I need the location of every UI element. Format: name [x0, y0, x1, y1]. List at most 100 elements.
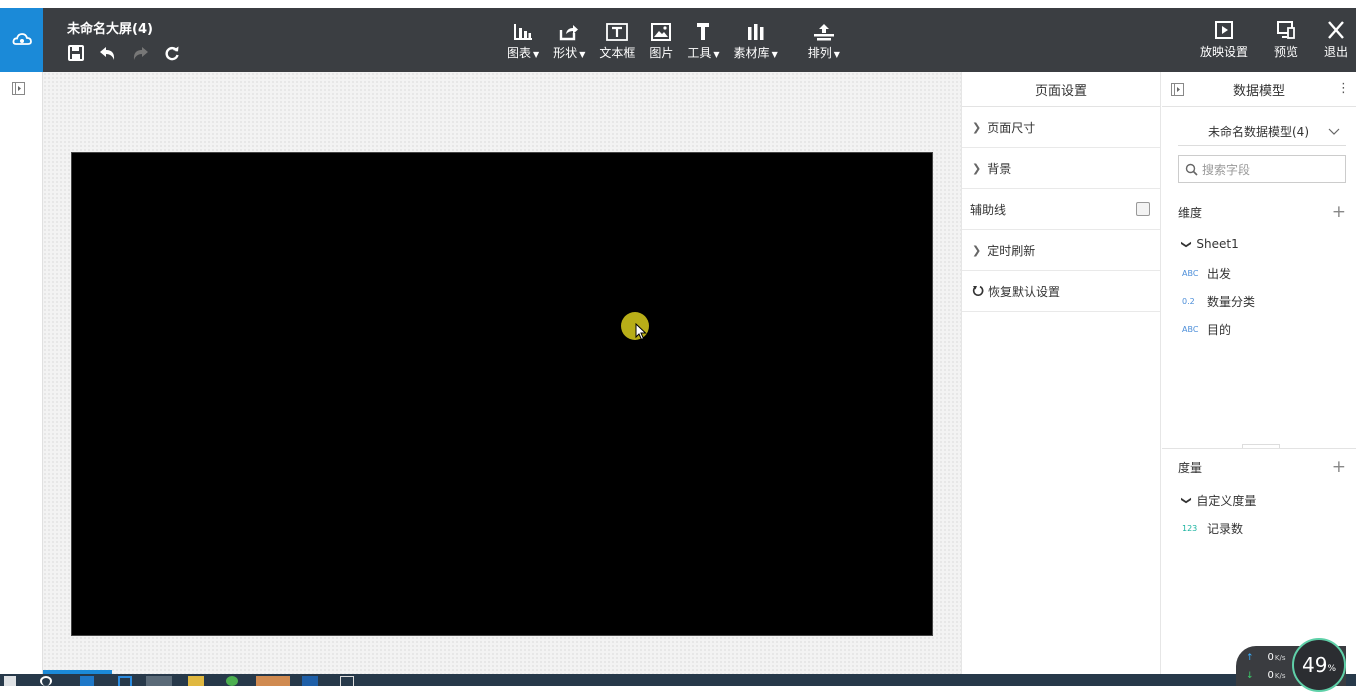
field-type-number: 0.2 [1182, 297, 1195, 306]
collapse-panel-icon[interactable] [1171, 83, 1184, 96]
page-size-section[interactable]: ❯ 页面尺寸 [962, 107, 1160, 148]
sheet-group[interactable]: ❯ Sheet1 [1180, 237, 1239, 251]
dimension-field[interactable]: ABC 出发 [1182, 265, 1231, 282]
undo-icon[interactable] [98, 43, 117, 62]
left-collapsed-panel [0, 72, 43, 674]
tool-textbox[interactable]: 文本框 [599, 8, 635, 72]
dimension-field[interactable]: 0.2 数量分类 [1182, 293, 1255, 310]
add-measure-icon[interactable]: + [1332, 457, 1346, 477]
exit-button[interactable]: 退出 [1324, 8, 1348, 72]
tool-image-label: 图片 [649, 46, 674, 60]
dimensions-label: 维度 [1178, 205, 1203, 220]
memory-usage-gauge[interactable]: 49% [1292, 638, 1346, 692]
textbox-icon [606, 21, 629, 41]
slideshow-settings-label: 放映设置 [1199, 45, 1248, 59]
tool-tools-label: 工具 [687, 46, 712, 60]
page-settings-panel: 页面设置 ❯ 页面尺寸 ❯ 背景 辅助线 ❯ 定时刷新 恢复默认设置 [961, 72, 1161, 674]
measure-group[interactable]: ❯ 自定义度量 [1180, 492, 1257, 509]
measures-label: 度量 [1178, 460, 1203, 475]
guide-lines-label: 辅助线 [970, 202, 1007, 217]
guide-lines-checkbox[interactable] [1136, 202, 1150, 216]
guide-lines-row: 辅助线 [962, 189, 1160, 230]
window-icon[interactable] [118, 676, 132, 686]
sheet-label: Sheet1 [1196, 237, 1239, 251]
dimension-field[interactable]: ABC 目的 [1182, 321, 1231, 338]
tool-image[interactable]: 图片 [649, 8, 673, 72]
tool-chart-label: 图表 [507, 46, 532, 60]
data-model-panel: 数据模型 ⋮ 未命名数据模型(4) 搜索字段 维度 + ❯ Sheet1 ABC… [1162, 72, 1356, 674]
download-speed: ↓ 0 K/s [1246, 670, 1286, 681]
redo-icon[interactable] [130, 43, 149, 62]
section-divider [1162, 448, 1356, 449]
browser-icon[interactable] [80, 676, 94, 686]
caret-down-icon: ▼ [771, 50, 778, 59]
measure-group-label: 自定义度量 [1196, 494, 1257, 508]
measure-field[interactable]: 123 记录数 [1182, 520, 1243, 537]
caret-down-icon: ▼ [533, 50, 540, 59]
canvas-workspace[interactable] [43, 72, 961, 674]
app-icon[interactable] [226, 676, 238, 686]
tool-chart[interactable]: 图表 ▼ [507, 8, 539, 72]
insert-tools: 图表 ▼ 形状 ▼ 文本框 图片 工具 ▼ 素材库 ▼ 排列 ▼ [507, 8, 854, 72]
hammer-icon [695, 21, 711, 41]
tool-library-label: 素材库 [733, 46, 770, 60]
expand-panel-icon[interactable] [12, 82, 25, 95]
folder-icon[interactable] [188, 676, 204, 686]
app-icon[interactable] [340, 676, 354, 686]
arrange-icon [813, 21, 835, 41]
add-dimension-icon[interactable]: + [1332, 202, 1346, 222]
field-type-text: ABC [1182, 325, 1199, 334]
start-icon[interactable] [4, 676, 16, 686]
measures-header: 度量 + [1162, 457, 1356, 477]
chevron-right-icon: ❯ [972, 120, 982, 134]
slideshow-settings-button[interactable]: 放映设置 [1200, 8, 1248, 72]
background-section[interactable]: ❯ 背景 [962, 148, 1160, 189]
chevron-right-icon: ❯ [972, 243, 982, 257]
play-icon [1214, 21, 1233, 39]
tool-tools[interactable]: 工具 ▼ [687, 8, 720, 72]
tool-shape[interactable]: 形状 ▼ [553, 8, 585, 72]
exit-label: 退出 [1323, 45, 1348, 59]
library-icon [746, 21, 766, 41]
tool-textbox-label: 文本框 [599, 46, 636, 60]
tool-arrange[interactable]: 排列 ▼ [808, 8, 840, 72]
tool-shape-label: 形状 [553, 46, 578, 60]
chevron-down-icon: ❯ [1180, 239, 1192, 249]
restore-defaults-button[interactable]: 恢复默认设置 [962, 271, 1160, 312]
app-icon[interactable] [302, 676, 318, 686]
field-name: 目的 [1207, 323, 1232, 337]
field-search-input[interactable]: 搜索字段 [1178, 155, 1346, 183]
data-model-select[interactable]: 未命名数据模型(4) [1178, 118, 1346, 146]
app-logo[interactable] [0, 8, 43, 72]
timed-refresh-section[interactable]: ❯ 定时刷新 [962, 230, 1160, 271]
upload-speed: ↑ 0 K/s [1246, 652, 1286, 663]
preview-button[interactable]: 预览 [1274, 8, 1298, 72]
close-icon [1328, 21, 1344, 39]
arrow-up-icon: ↑ [1246, 652, 1254, 663]
dashboard-canvas[interactable] [71, 152, 933, 636]
quick-actions [66, 43, 181, 62]
reset-icon [972, 285, 984, 296]
page-title: 未命名大屏(4) [67, 22, 153, 37]
chevron-down-icon: ❯ [1180, 496, 1192, 505]
search-icon[interactable] [40, 676, 52, 686]
field-type-integer: 123 [1182, 524, 1198, 533]
data-model-header: 数据模型 ⋮ [1162, 72, 1356, 107]
field-name: 出发 [1207, 267, 1232, 281]
page-size-label: 页面尺寸 [987, 120, 1036, 135]
app-icon[interactable] [146, 676, 172, 686]
more-options-icon[interactable]: ⋮ [1337, 81, 1350, 96]
save-icon[interactable] [66, 43, 85, 62]
restore-defaults-label: 恢复默认设置 [988, 284, 1061, 299]
arrow-down-icon: ↓ [1246, 670, 1254, 681]
field-name: 数量分类 [1207, 295, 1256, 309]
mouse-cursor-icon [635, 323, 647, 341]
tool-library[interactable]: 素材库 ▼ [734, 8, 778, 72]
os-taskbar [0, 674, 1356, 686]
chevron-right-icon: ❯ [972, 161, 982, 175]
top-toolbar: 未命名大屏(4) 图表 ▼ 形状 ▼ 文本框 图片 工具 ▼ 素材库 ▼ 排列 … [0, 8, 1356, 72]
refresh-icon[interactable] [162, 43, 181, 62]
dimensions-header: 维度 + [1162, 202, 1356, 222]
field-name: 记录数 [1207, 522, 1244, 536]
app-icon[interactable] [256, 676, 290, 686]
